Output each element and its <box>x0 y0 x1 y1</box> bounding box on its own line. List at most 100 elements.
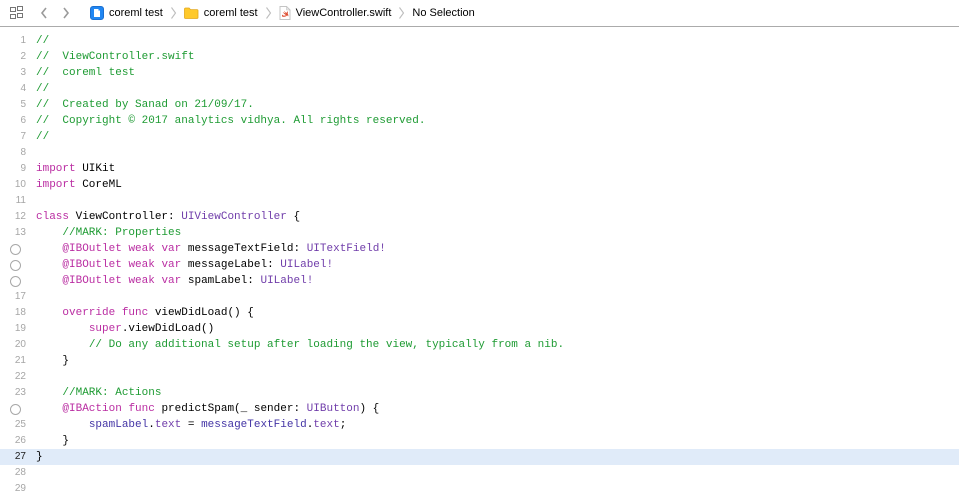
code-token-comment: // <box>36 131 50 143</box>
line-number[interactable]: 3 <box>20 65 26 81</box>
line-number[interactable]: 25 <box>15 417 26 433</box>
code-line[interactable]: 8 <box>0 145 959 161</box>
line-number[interactable]: 8 <box>20 145 26 161</box>
line-number[interactable]: 1 <box>20 33 26 49</box>
code-line[interactable]: 4 // <box>0 81 959 97</box>
code-text: class ViewController: UIViewController { <box>26 209 300 225</box>
code-editor[interactable]: 1 // 2 // ViewController.swift 3 // coreml te… <box>0 27 959 497</box>
connection-indicator-icon[interactable] <box>10 259 21 271</box>
code-line[interactable]: @IBOutlet weak var spamLabel: UILabel! <box>0 273 959 289</box>
gutter: 12 <box>0 209 26 225</box>
line-number[interactable]: 2 <box>20 49 26 65</box>
breadcrumb-separator-icon <box>265 7 272 19</box>
line-number[interactable]: 19 <box>15 321 26 337</box>
line-number[interactable]: 18 <box>15 305 26 321</box>
line-number[interactable]: 4 <box>20 81 26 97</box>
code-line[interactable]: @IBOutlet weak var messageLabel: UILabel… <box>0 257 959 273</box>
code-line[interactable]: 13 //MARK: Properties <box>0 225 959 241</box>
line-number[interactable]: 13 <box>15 225 26 241</box>
gutter: 23 <box>0 385 26 401</box>
line-number[interactable]: 5 <box>20 97 26 113</box>
code-line[interactable]: 3 // coreml test <box>0 65 959 81</box>
line-number[interactable]: 29 <box>15 481 26 497</box>
code-line[interactable]: 7 // <box>0 129 959 145</box>
code-token-property: messageTextField <box>201 419 307 431</box>
code-text: @IBOutlet weak var spamLabel: UILabel! <box>26 273 313 289</box>
connection-indicator-icon[interactable] <box>10 275 21 287</box>
code-line[interactable]: 25 spamLabel.text = messageTextField.tex… <box>0 417 959 433</box>
code-line[interactable]: @IBAction func predictSpam(_ sender: UIB… <box>0 401 959 417</box>
forward-button[interactable] <box>58 5 74 21</box>
code-token-comment: //MARK: Actions <box>62 387 162 399</box>
code-line[interactable]: 2 // ViewController.swift <box>0 49 959 65</box>
swift-file-icon <box>279 6 291 20</box>
gutter: 25 <box>0 417 26 433</box>
connection-indicator-icon[interactable] <box>10 243 21 255</box>
code-token-type: text <box>313 419 340 431</box>
code-line[interactable]: 12 class ViewController: UIViewController… <box>0 209 959 225</box>
breadcrumb-item[interactable]: No Selection <box>412 7 474 19</box>
code-line[interactable]: 18 override func viewDidLoad() { <box>0 305 959 321</box>
connection-indicator-icon[interactable] <box>10 403 21 415</box>
code-line[interactable]: 19 super.viewDidLoad() <box>0 321 959 337</box>
related-items-icon[interactable] <box>10 6 26 20</box>
code-token-property: spamLabel <box>88 419 149 431</box>
code-line[interactable]: 20 // Do any additional setup after load… <box>0 337 959 353</box>
code-token-plain: . <box>148 419 155 431</box>
code-token-keyword: @IBOutlet <box>62 243 122 255</box>
code-line[interactable]: @IBOutlet weak var messageTextField: UIT… <box>0 241 959 257</box>
line-number[interactable]: 27 <box>15 449 26 465</box>
breadcrumb-item[interactable]: coreml test <box>183 7 258 19</box>
code-line[interactable]: 5 // Created by Sanad on 21/09/17. <box>0 97 959 113</box>
line-number[interactable]: 26 <box>15 433 26 449</box>
code-text: // Created by Sanad on 21/09/17. <box>26 97 254 113</box>
code-line[interactable]: 21 } <box>0 353 959 369</box>
line-number[interactable]: 11 <box>16 193 26 209</box>
breadcrumb-item[interactable]: coreml test <box>90 6 163 20</box>
line-number[interactable]: 17 <box>15 289 26 305</box>
line-number[interactable]: 23 <box>15 385 26 401</box>
code-line[interactable]: 28 <box>0 465 959 481</box>
code-text: super.viewDidLoad() <box>26 321 214 337</box>
breadcrumb-item[interactable]: ViewController.swift <box>279 6 391 20</box>
code-token-keyword: @IBOutlet <box>62 259 122 271</box>
code-line[interactable]: 1 // <box>0 33 959 49</box>
code-text: spamLabel.text = messageTextField.text; <box>26 417 347 433</box>
code-token-plain: = <box>181 419 202 431</box>
code-token-keyword: @IBOutlet <box>62 275 122 287</box>
gutter: 19 <box>0 321 26 337</box>
line-number[interactable]: 21 <box>15 353 26 369</box>
gutter: 29 <box>0 481 26 497</box>
line-number[interactable]: 12 <box>15 209 26 225</box>
code-line[interactable]: 11 <box>0 193 959 209</box>
back-button[interactable] <box>36 5 52 21</box>
code-line[interactable]: 9 import UIKit <box>0 161 959 177</box>
line-number[interactable]: 28 <box>15 465 26 481</box>
code-line[interactable]: 26 } <box>0 433 959 449</box>
line-number[interactable]: 22 <box>15 369 26 385</box>
code-line[interactable]: 29 <box>0 481 959 497</box>
code-token-comment: //MARK: Properties <box>62 227 182 239</box>
code-line[interactable]: 23 //MARK: Actions <box>0 385 959 401</box>
line-number[interactable]: 10 <box>15 177 26 193</box>
code-token-keyword: func <box>121 307 149 319</box>
code-line[interactable]: 10 import CoreML <box>0 177 959 193</box>
gutter: 5 <box>0 97 26 113</box>
code-line[interactable]: 22 <box>0 369 959 385</box>
code-token-comment: // <box>36 35 50 47</box>
code-token-comment: // Created by Sanad on 21/09/17. <box>36 99 254 111</box>
code-token-plain: UIKit <box>75 163 116 175</box>
code-token-plain: CoreML <box>75 179 122 191</box>
code-line[interactable]: 17 <box>0 289 959 305</box>
code-line[interactable]: 27} <box>0 449 959 465</box>
line-number[interactable]: 9 <box>20 161 26 177</box>
gutter: 8 <box>0 145 26 161</box>
code-line[interactable]: 6 // Copyright © 2017 analytics vidhya. A… <box>0 113 959 129</box>
gutter: 1 <box>0 33 26 49</box>
line-number[interactable]: 7 <box>20 129 26 145</box>
line-number[interactable]: 6 <box>20 113 26 129</box>
line-number[interactable]: 20 <box>15 337 26 353</box>
